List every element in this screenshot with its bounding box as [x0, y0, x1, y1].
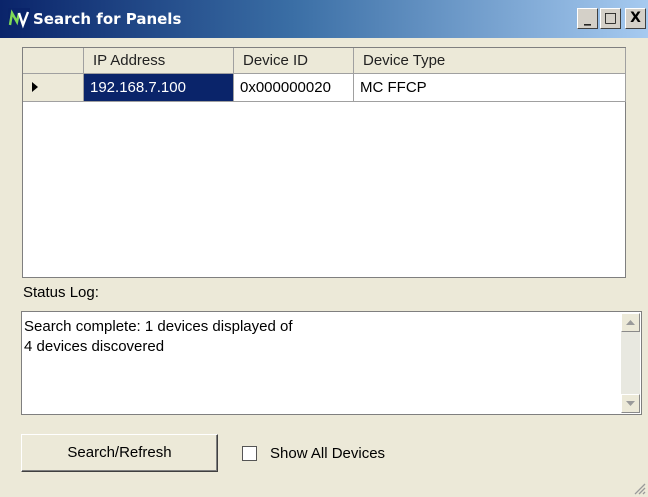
- cell-ip-address[interactable]: 192.168.7.100: [84, 74, 234, 102]
- close-icon: X: [630, 10, 641, 26]
- scroll-down-button[interactable]: [621, 394, 640, 413]
- status-line: 4 devices discovered: [24, 338, 165, 355]
- column-header-ip-address[interactable]: IP Address: [84, 48, 234, 74]
- status-log-text: Search complete: 1 devices displayed of …: [24, 317, 292, 357]
- status-log-label: Status Log:: [23, 284, 99, 301]
- maximize-icon: □: [603, 10, 618, 26]
- resize-grip-icon[interactable]: [632, 481, 646, 495]
- maximize-button[interactable]: □: [600, 8, 621, 29]
- status-line: Search complete: 1 devices displayed of: [24, 318, 293, 335]
- window-title: Search for Panels: [33, 10, 182, 28]
- row-selector[interactable]: [23, 74, 84, 102]
- current-row-arrow-icon: [32, 82, 38, 92]
- row-header-corner: [23, 48, 84, 74]
- search-for-panels-window: Search for Panels _ □ X IP Address Devic…: [0, 0, 648, 497]
- show-all-devices-label[interactable]: Show All Devices: [270, 444, 385, 464]
- cell-device-id[interactable]: 0x000000020: [234, 74, 354, 102]
- column-header-device-id[interactable]: Device ID: [234, 48, 354, 74]
- vertical-scrollbar[interactable]: [621, 313, 640, 413]
- cell-device-type[interactable]: MC FFCP: [354, 74, 626, 102]
- title-bar[interactable]: Search for Panels _ □ X: [0, 0, 648, 38]
- arrow-down-icon: [626, 401, 635, 406]
- show-all-devices-checkbox[interactable]: [242, 446, 257, 461]
- arrow-up-icon: [626, 320, 635, 325]
- scroll-up-button[interactable]: [621, 313, 640, 332]
- minimize-icon: _: [584, 10, 591, 26]
- nv-logo-icon: [8, 8, 30, 30]
- column-header-device-type[interactable]: Device Type: [354, 48, 626, 74]
- device-grid[interactable]: IP Address Device ID Device Type 192.168…: [22, 47, 626, 278]
- close-button[interactable]: X: [625, 8, 646, 29]
- minimize-button[interactable]: _: [577, 8, 598, 29]
- search-refresh-button[interactable]: Search/Refresh: [21, 434, 218, 472]
- status-log-textbox[interactable]: Search complete: 1 devices displayed of …: [21, 311, 642, 415]
